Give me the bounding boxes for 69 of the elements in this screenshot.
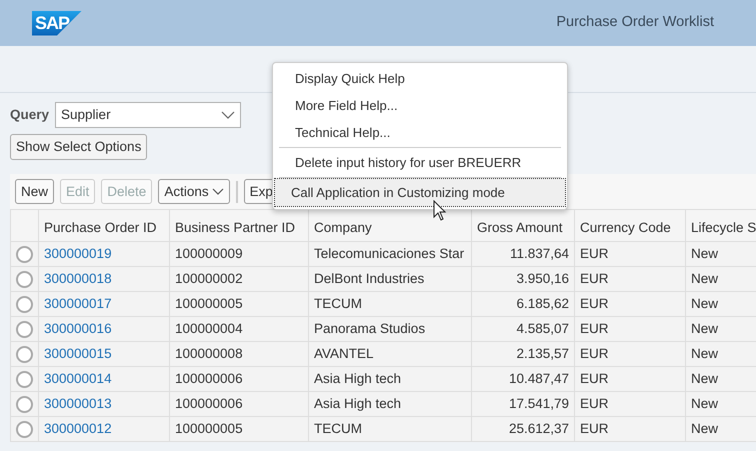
- table-cell: 100000009: [170, 242, 308, 267]
- row-radio-button[interactable]: [16, 420, 33, 438]
- query-dropdown[interactable]: Supplier: [55, 102, 242, 128]
- table-cell: 10.487,47: [472, 366, 574, 392]
- column-header: Purchase Order ID: [38, 210, 170, 242]
- chevron-down-icon: [221, 111, 236, 119]
- row-radio-button[interactable]: [16, 370, 33, 388]
- table-cell: Asia High tech: [308, 366, 472, 392]
- table-cell: Telecomunicaciones Star: [308, 242, 472, 267]
- table-cell: 100000005: [170, 416, 308, 442]
- query-label: Query: [10, 106, 50, 124]
- table-cell: 100000006: [170, 366, 308, 392]
- page-title: Purchase Order Worklist: [556, 13, 714, 32]
- column-header: Business Partner ID: [170, 210, 308, 242]
- row-radio-button[interactable]: [16, 396, 33, 413]
- column-header: Currency Code: [574, 210, 686, 242]
- show-select-options-button[interactable]: Show Select Options: [10, 134, 148, 160]
- row-radio-button[interactable]: [16, 320, 33, 338]
- table-cell: 2.135,57: [472, 342, 574, 367]
- row-radio-button[interactable]: [16, 246, 33, 263]
- table-cell: 100000008: [170, 342, 308, 367]
- purchase-order-link[interactable]: 300000019: [38, 242, 170, 267]
- purchase-order-link[interactable]: 300000017: [38, 292, 170, 317]
- query-value: Supplier: [61, 106, 111, 124]
- purchase-order-link[interactable]: 300000013: [38, 392, 170, 417]
- menu-item[interactable]: Call Application in Customizing mode: [275, 179, 565, 206]
- table-cell: EUR: [574, 342, 686, 367]
- table-cell: 4.585,07: [472, 316, 574, 342]
- row-radio-button[interactable]: [16, 270, 33, 288]
- table-cell: EUR: [574, 292, 686, 317]
- purchase-order-link[interactable]: 300000012: [38, 416, 170, 442]
- row-radio-button[interactable]: [16, 346, 33, 363]
- column-header: Company: [308, 210, 472, 242]
- toolbar-button[interactable]: Actions: [158, 179, 230, 204]
- table-cell: DelBont Industries: [308, 266, 472, 292]
- table-cell: Asia High tech: [308, 392, 472, 417]
- table-cell: 100000005: [170, 292, 308, 317]
- menu-item[interactable]: Technical Help...: [277, 119, 563, 146]
- toolbar-button[interactable]: New: [15, 179, 54, 204]
- purchase-order-link[interactable]: 300000018: [38, 266, 170, 292]
- table-cell: EUR: [574, 266, 686, 292]
- purchase-order-link[interactable]: 300000016: [38, 316, 170, 342]
- column-header: Gross Amount: [472, 210, 574, 242]
- table-cell: EUR: [574, 392, 686, 417]
- sap-logo: SAP: [32, 10, 82, 36]
- table-cell: AVANTEL: [308, 342, 472, 367]
- purchase-order-link[interactable]: 300000014: [38, 366, 170, 392]
- table-cell: 25.612,37: [472, 416, 574, 442]
- menu-item[interactable]: Delete input history for user BREUERR: [277, 149, 563, 176]
- table-cell: EUR: [574, 366, 686, 392]
- table-cell: Panorama Studios: [308, 316, 472, 342]
- table-cell: 11.837,64: [472, 242, 574, 267]
- row-radio-button[interactable]: [16, 296, 33, 313]
- table-cell: EUR: [574, 416, 686, 442]
- table-cell: 100000002: [170, 266, 308, 292]
- column-header: Lifecycle S: [686, 210, 756, 242]
- chevron-down-icon: [212, 188, 224, 196]
- table-cell: EUR: [574, 242, 686, 267]
- menu-item[interactable]: Display Quick Help: [277, 65, 563, 92]
- table-cell: 17.541,79: [472, 392, 574, 417]
- table-cell: 3.950,16: [472, 266, 574, 292]
- table-cell: EUR: [574, 316, 686, 342]
- table-cell: 6.185,62: [472, 292, 574, 317]
- table-cell: TECUM: [308, 416, 472, 442]
- table-cell: TECUM: [308, 292, 472, 317]
- menu-item[interactable]: More Field Help...: [277, 92, 563, 119]
- table-cell: 100000006: [170, 392, 308, 417]
- purchase-order-link[interactable]: 300000015: [38, 342, 170, 367]
- table-cell: 100000004: [170, 316, 308, 342]
